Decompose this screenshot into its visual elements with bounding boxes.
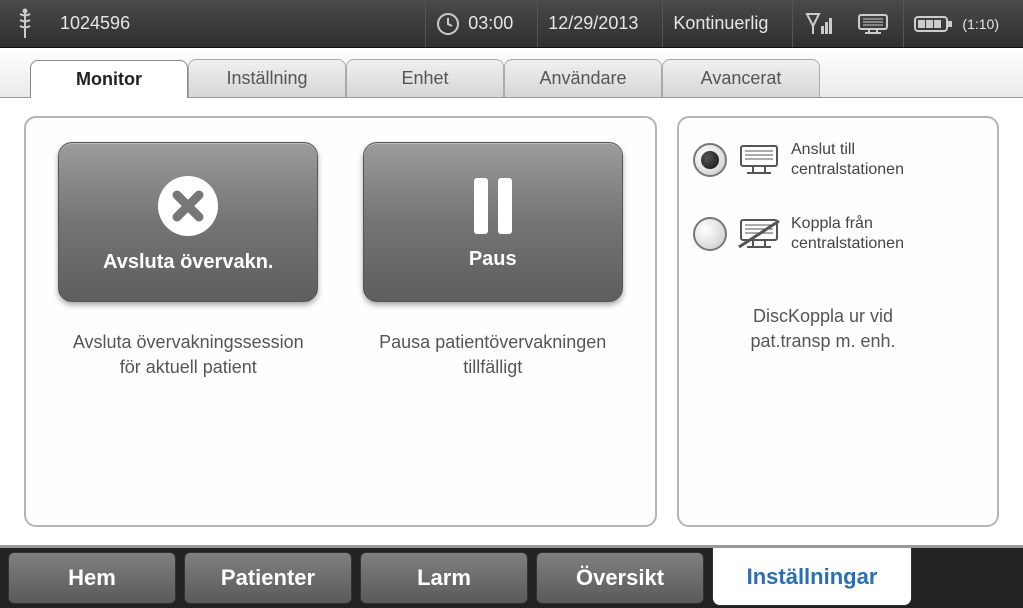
date-value: 12/29/2013 bbox=[537, 0, 648, 47]
disconnect-central-radio[interactable]: Koppla från centralstationen bbox=[693, 214, 983, 254]
tab-anvandare[interactable]: Användare bbox=[504, 59, 662, 97]
battery-text: (1:10) bbox=[962, 16, 999, 32]
pause-column: Paus Pausa patientövervakningen tillfäll… bbox=[341, 142, 646, 501]
signal-icon bbox=[792, 0, 843, 47]
caduceus-icon bbox=[14, 0, 46, 47]
pause-icon bbox=[468, 174, 518, 238]
close-circle-icon bbox=[153, 171, 223, 241]
end-monitoring-column: Avsluta övervakn. Avsluta övervakningsse… bbox=[36, 142, 341, 501]
nav-installningar[interactable]: Inställningar bbox=[712, 548, 912, 606]
tab-monitor[interactable]: Monitor bbox=[30, 60, 188, 98]
connect-central-label: Anslut till centralstationen bbox=[791, 140, 904, 180]
mode-value: Kontinuerlig bbox=[662, 0, 778, 47]
end-monitoring-label: Avsluta övervakn. bbox=[103, 251, 273, 274]
nav-patienter[interactable]: Patienter bbox=[184, 552, 352, 604]
disconnect-central-label: Koppla från centralstationen bbox=[791, 214, 904, 254]
battery-segment: (1:10) bbox=[903, 0, 1009, 47]
time-segment: 03:00 bbox=[425, 0, 523, 47]
tab-strip: Monitor Inställning Enhet Användare Avan… bbox=[0, 48, 1023, 98]
status-bar: 1024596 03:00 12/29/2013 Kontinuerlig bbox=[0, 0, 1023, 48]
end-monitoring-desc: Avsluta övervakningssession för aktuell … bbox=[73, 330, 304, 380]
bottom-nav: Hem Patienter Larm Översikt Inställninga… bbox=[0, 548, 1023, 608]
monitor-actions-panel: Avsluta övervakn. Avsluta övervakningsse… bbox=[24, 116, 657, 527]
patient-id: 1024596 bbox=[60, 13, 130, 34]
pause-desc: Pausa patientövervakningen tillfälligt bbox=[379, 330, 606, 380]
clock-icon bbox=[436, 12, 460, 36]
connect-central-radio[interactable]: Anslut till centralstationen bbox=[693, 140, 983, 180]
nav-oversikt[interactable]: Översikt bbox=[536, 552, 704, 604]
tab-enhet[interactable]: Enhet bbox=[346, 59, 504, 97]
monitor-connected-icon bbox=[737, 143, 781, 177]
nav-larm[interactable]: Larm bbox=[360, 552, 528, 604]
nav-hem[interactable]: Hem bbox=[8, 552, 176, 604]
content-area: Avsluta övervakn. Avsluta övervakningsse… bbox=[0, 98, 1023, 548]
time-value: 03:00 bbox=[468, 13, 513, 34]
central-station-panel: Anslut till centralstationen Koppla från… bbox=[677, 116, 999, 527]
radio-icon bbox=[693, 217, 727, 251]
pause-label: Paus bbox=[469, 248, 517, 271]
end-monitoring-button[interactable]: Avsluta övervakn. bbox=[58, 142, 318, 302]
monitor-disconnected-icon bbox=[737, 217, 781, 251]
central-station-icon bbox=[857, 12, 889, 36]
battery-icon bbox=[914, 14, 954, 34]
tab-avancerat[interactable]: Avancerat bbox=[662, 59, 820, 97]
central-note: DiscKoppla ur vid pat.transp m. enh. bbox=[693, 304, 953, 354]
tab-installning[interactable]: Inställning bbox=[188, 59, 346, 97]
radio-icon bbox=[693, 143, 727, 177]
pause-button[interactable]: Paus bbox=[363, 142, 623, 302]
